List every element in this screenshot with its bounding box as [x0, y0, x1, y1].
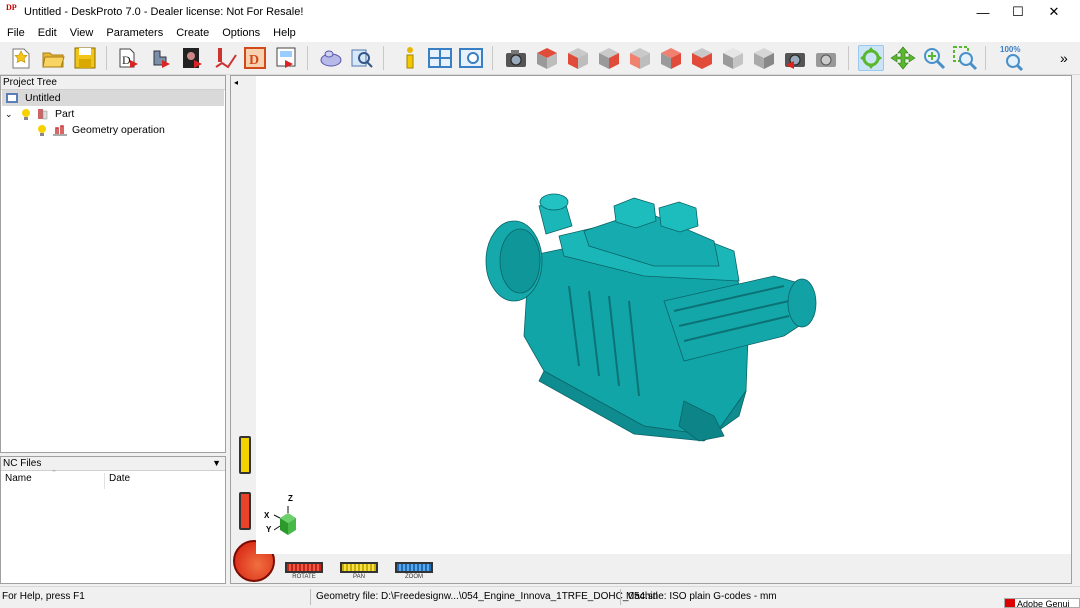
pan-control[interactable]: [340, 562, 378, 573]
axis-label-z: Z: [288, 494, 293, 503]
tree-item-untitled[interactable]: Untitled: [2, 90, 224, 106]
rotate-slider[interactable]: [239, 492, 251, 530]
engine-model[interactable]: [484, 186, 824, 446]
project-tree-header: Project Tree: [1, 76, 225, 90]
pan-slider[interactable]: [239, 436, 251, 474]
save-icon[interactable]: [72, 45, 98, 71]
title-bar: DP Untitled - DeskProto 7.0 - Dealer lic…: [0, 0, 1080, 24]
rotate-control-label: ROTATE: [292, 574, 316, 580]
nc-files-title: NC Files: [3, 458, 42, 469]
preview-icon[interactable]: [349, 45, 375, 71]
export-nc-icon[interactable]: [273, 45, 299, 71]
simulation-icon[interactable]: [318, 45, 344, 71]
nc-files-header: NC Files ▼: [1, 457, 225, 471]
open-folder-icon[interactable]: [40, 45, 66, 71]
status-help-text: For Help, press F1: [2, 591, 85, 602]
project-icon: [6, 93, 18, 103]
column-header-date[interactable]: Date: [105, 473, 225, 489]
tree-item-geometry-operation[interactable]: Geometry operation: [35, 122, 165, 138]
window-layout-icon[interactable]: [427, 45, 453, 71]
zoom-window-icon[interactable]: [952, 45, 978, 71]
pan-control-label: PAN: [353, 574, 365, 580]
zoom-in-icon[interactable]: [921, 45, 947, 71]
axis-gizmo-icon: [273, 506, 296, 535]
zoom-control-label: ZOOM: [405, 574, 423, 580]
status-geometry-file: Geometry file: D:\Freedesignw...\054_Eng…: [316, 591, 658, 602]
part-icon: [38, 109, 48, 120]
nc-files-pane: NC Files ▼ Name Date ⌃: [0, 456, 226, 584]
view-left-icon[interactable]: [627, 45, 653, 71]
collapse-chevron-icon[interactable]: ⌄: [5, 109, 17, 120]
toolbar-overflow-icon[interactable]: »: [1060, 50, 1068, 66]
collapse-panel-arrow-icon[interactable]: ◂: [234, 78, 238, 87]
menu-options[interactable]: Options: [215, 24, 266, 42]
project-tree-pane: Project Tree Untitled ⌄ Part Geometry op…: [0, 75, 226, 453]
minimize-button[interactable]: —: [965, 0, 1001, 24]
view-back-icon[interactable]: [658, 45, 684, 71]
lightbulb-icon[interactable]: [35, 123, 49, 137]
pan-tool-icon[interactable]: [890, 45, 916, 71]
view-info-icon[interactable]: [458, 45, 484, 71]
toolpath-icon[interactable]: [212, 45, 238, 71]
view-top-icon[interactable]: [534, 45, 560, 71]
calculate-icon[interactable]: D: [242, 45, 268, 71]
sort-indicator-icon: ⌃: [51, 470, 57, 477]
menu-file[interactable]: File: [0, 24, 31, 42]
rotate-tool-icon[interactable]: [858, 45, 884, 71]
lightbulb-icon[interactable]: [19, 107, 33, 121]
rotate-control[interactable]: [285, 562, 323, 573]
toolbar: D D 100% »: [0, 42, 1080, 75]
menu-parameters[interactable]: Parameters: [99, 24, 169, 42]
window-title: Untitled - DeskProto 7.0 - Dealer licens…: [24, 6, 304, 18]
app-logo-icon: DP: [6, 3, 17, 12]
info-icon[interactable]: [397, 45, 423, 71]
operation-icon: [53, 125, 67, 136]
screenshot-icon[interactable]: [503, 45, 529, 71]
part-wizard-icon[interactable]: [148, 45, 174, 71]
view-bottom-icon[interactable]: [689, 45, 715, 71]
axis-label-y: Y: [266, 525, 272, 534]
tree-item-label: Untitled: [25, 92, 61, 104]
status-bar: For Help, press F1 Geometry file: D:\Fre…: [0, 586, 1080, 608]
3d-viewport[interactable]: Z X Y: [256, 76, 1071, 554]
geometry-wizard-icon[interactable]: D: [116, 45, 142, 71]
menu-bar: File Edit View Parameters Create Options…: [0, 24, 1080, 42]
maximize-button[interactable]: ☐: [1000, 0, 1036, 24]
menu-view[interactable]: View: [63, 24, 100, 42]
image-wizard-icon[interactable]: [180, 45, 206, 71]
tree-item-label: Geometry operation: [72, 124, 165, 136]
tree-item-label: Part: [55, 108, 75, 120]
new-file-icon[interactable]: [8, 45, 34, 71]
dropdown-arrow-icon[interactable]: ▼: [212, 458, 221, 468]
close-button[interactable]: ✕: [1036, 0, 1072, 24]
view-iso2-icon[interactable]: [751, 45, 777, 71]
view-front-icon[interactable]: [565, 45, 591, 71]
svg-text:D: D: [249, 53, 259, 68]
axis-label-x: X: [264, 511, 270, 520]
menu-help[interactable]: Help: [266, 24, 302, 42]
menu-edit[interactable]: Edit: [31, 24, 63, 42]
tree-item-part[interactable]: ⌄ Part: [5, 106, 74, 122]
view-right-icon[interactable]: [596, 45, 622, 71]
zoom-fit-icon[interactable]: 100%: [997, 45, 1029, 71]
render-icon[interactable]: [782, 45, 808, 71]
zoom-control[interactable]: [395, 562, 433, 573]
menu-create[interactable]: Create: [169, 24, 215, 42]
svg-text:D: D: [122, 53, 131, 67]
view-iso-icon[interactable]: [720, 45, 746, 71]
render-toggle-icon[interactable]: [813, 45, 839, 71]
status-machine: Machine: ISO plain G-codes - mm: [626, 591, 777, 602]
